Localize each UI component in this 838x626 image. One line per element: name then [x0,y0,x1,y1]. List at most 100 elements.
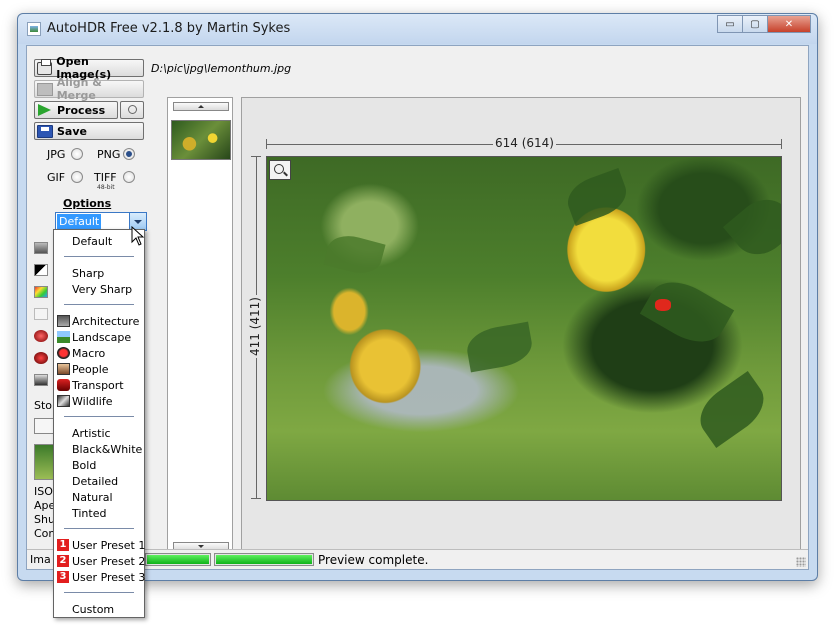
dropdown-item-default[interactable]: Default [72,235,112,248]
car-icon [57,379,70,391]
leaf [464,321,535,373]
dropdown-item-very-sharp[interactable]: Very Sharp [72,283,132,296]
app-icon [27,22,41,36]
align-merge-icon [37,82,53,96]
architecture-icon [57,315,70,327]
tiff-label: TIFF [94,171,117,184]
dropdown-item-user-preset-1[interactable]: User Preset 1 [72,539,145,552]
dropdown-item-user-preset-3[interactable]: User Preset 3 [72,571,145,584]
options-dropdown-list: Default Sharp Very Sharp Architecture La… [53,229,145,618]
iso-label: ISO [34,485,53,498]
mouse-cursor-icon [131,226,145,246]
check-cross-icon[interactable] [34,418,54,434]
process-arrow-icon [37,103,53,117]
width-dimension-tick-right [781,139,782,149]
preview-zoom-button[interactable] [120,101,144,119]
maximize-button[interactable]: ▢ [742,15,768,33]
process-label: Process [57,103,106,117]
person-icon [57,363,70,375]
dropdown-item-custom[interactable]: Custom [72,603,114,616]
histogram-icon [34,444,54,480]
dropdown-item-architecture[interactable]: Architecture [72,315,139,328]
leaf [690,370,774,449]
title-bar[interactable]: AutoHDR Free v2.1.8 by Martin Sykes ▭ ▢ … [18,14,817,44]
thumbnail-scroll-up-button[interactable] [173,102,229,111]
minimize-icon: ▭ [725,18,735,30]
ladybug-icon [57,347,70,359]
color-icon[interactable] [34,286,48,298]
contrast-icon[interactable] [34,264,48,276]
jpg-radio[interactable] [71,148,83,160]
png-radio[interactable] [123,148,135,160]
leaf [722,188,781,266]
dark-red-ball-icon[interactable] [34,352,48,364]
dropdown-item-wildlife[interactable]: Wildlife [72,395,112,408]
process-button[interactable]: Process [34,101,118,119]
dropdown-item-natural[interactable]: Natural [72,491,113,504]
dropdown-item-macro[interactable]: Macro [72,347,105,360]
height-dimension-tick-bottom [251,498,261,499]
store-label: Stor [34,399,54,412]
maximize-icon: ▢ [750,18,760,30]
save-label: Save [57,124,87,138]
preset-3-badge: 3 [57,571,69,583]
open-icon [37,58,53,75]
preview-panel: 614 (614) 411 (411) [241,97,801,555]
align-merge-button[interactable]: Align & Merge [34,76,144,102]
thumbnail-strip [167,97,233,555]
compensation-label: Com [34,527,54,540]
dropdown-item-tinted[interactable]: Tinted [72,507,106,520]
dropdown-item-people[interactable]: People [72,363,109,376]
red-ball-icon[interactable] [34,330,48,342]
dropdown-separator [64,416,134,417]
gif-label: GIF [47,171,66,184]
progress-bar-1 [145,553,211,566]
dropdown-separator [64,528,134,529]
dropdown-item-artistic[interactable]: Artistic [72,427,111,440]
dropdown-item-landscape[interactable]: Landscape [72,331,131,344]
png-label: PNG [97,148,121,161]
landscape-icon [57,331,70,343]
options-heading: Options [63,197,112,210]
eye-icon[interactable] [34,242,48,254]
blank-icon[interactable] [34,308,48,320]
dropdown-item-sharp[interactable]: Sharp [72,267,104,280]
dropdown-item-transport[interactable]: Transport [72,379,124,392]
leaf [639,270,735,354]
leaf [323,230,386,279]
dropdown-separator [64,304,134,305]
save-button[interactable]: Save [34,122,144,140]
width-dimension-tick-left [266,139,267,149]
preset-2-badge: 2 [57,555,69,567]
tiff-radio[interactable] [123,171,135,183]
zoom-icon[interactable] [269,160,291,180]
tiff-bitdepth-note: 48-bit [97,184,115,191]
window-title: AutoHDR Free v2.1.8 by Martin Sykes [47,21,291,36]
gif-radio[interactable] [71,171,83,183]
shutter-label: Shut [34,513,54,526]
minimize-button[interactable]: ▭ [717,15,743,33]
status-message: Preview complete. [318,553,429,567]
progress-bar-2 [214,553,314,566]
save-disk-icon [37,124,53,138]
red-highlight [655,299,671,311]
close-icon: ✕ [784,18,794,30]
status-left-text: Ima [30,553,51,566]
preview-image[interactable] [266,156,782,501]
resize-grip[interactable] [796,557,806,567]
progress-fill-2 [216,555,312,564]
dropdown-item-black-white[interactable]: Black&White [72,443,142,456]
window-controls: ▭ ▢ ✕ [717,15,811,33]
progress-fill-1 [147,555,209,564]
open-images-button[interactable]: Open Image(s) [34,55,144,81]
aperture-label: Aper [34,499,54,512]
dropdown-item-user-preset-2[interactable]: User Preset 2 [72,555,145,568]
preset-1-badge: 1 [57,539,69,551]
dropdown-item-bold[interactable]: Bold [72,459,96,472]
image-thumbnail[interactable] [171,120,231,160]
options-selected-value: Default [57,214,102,229]
close-button[interactable]: ✕ [767,15,811,33]
align-merge-label: Align & Merge [56,76,102,102]
shadow-icon[interactable] [34,374,48,386]
dropdown-item-detailed[interactable]: Detailed [72,475,118,488]
